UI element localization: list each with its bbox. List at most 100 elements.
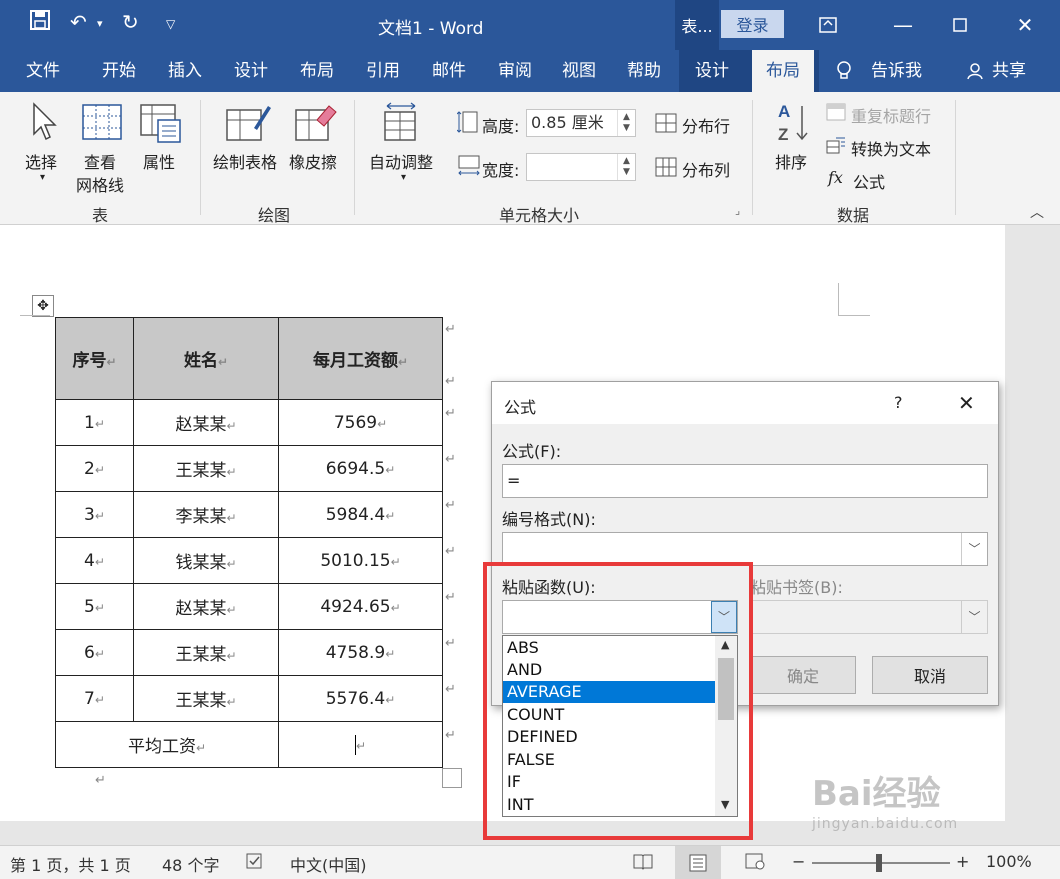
- table-cell[interactable]: 1↵: [55, 399, 134, 446]
- eraser-button[interactable]: 橡皮擦: [289, 149, 337, 173]
- table-cell[interactable]: 7569↵: [278, 399, 443, 446]
- language-status[interactable]: 中文(中国): [290, 852, 367, 876]
- ok-button[interactable]: 确定: [750, 656, 856, 694]
- table-cell[interactable]: 王某某↵: [133, 629, 279, 676]
- select-dropdown-icon[interactable]: ▾: [40, 172, 45, 183]
- close-window-icon[interactable]: ✕: [995, 0, 1055, 50]
- table-cell[interactable]: 赵某某↵: [133, 583, 279, 630]
- eraser-icon[interactable]: [295, 102, 337, 146]
- table-cell[interactable]: 5984.4↵: [278, 491, 443, 538]
- tab-references[interactable]: 引用: [366, 50, 400, 92]
- table-cell[interactable]: 李某某↵: [133, 491, 279, 538]
- distribute-columns-icon[interactable]: [655, 157, 677, 181]
- sort-az-icon[interactable]: AZ: [776, 100, 810, 148]
- tab-view[interactable]: 视图: [562, 50, 596, 92]
- convert-to-text-icon[interactable]: [826, 136, 846, 158]
- ribbon-display-options-icon[interactable]: [798, 0, 858, 50]
- table-resize-handle[interactable]: [442, 768, 462, 788]
- zoom-in-button[interactable]: +: [956, 852, 969, 871]
- tab-table-design[interactable]: 设计: [695, 50, 729, 92]
- properties-icon[interactable]: [140, 104, 182, 148]
- page-count[interactable]: 第 1 页，共 1 页: [10, 852, 131, 876]
- draw-table-button[interactable]: 绘制表格: [213, 149, 277, 173]
- width-input[interactable]: ▲ ▼: [526, 153, 636, 181]
- view-gridlines-label-1[interactable]: 查看: [84, 149, 116, 173]
- table-cell[interactable]: 4924.65↵: [278, 583, 443, 630]
- distribute-rows-button[interactable]: 分布行: [682, 113, 730, 137]
- tab-layout[interactable]: 布局: [300, 50, 334, 92]
- cancel-button[interactable]: 取消: [872, 656, 988, 694]
- properties-button[interactable]: 属性: [143, 149, 175, 173]
- view-gridlines-label-2[interactable]: 网格线: [76, 172, 124, 196]
- average-salary-label-cell[interactable]: 平均工资↵: [55, 721, 279, 768]
- table-cell[interactable]: 5576.4↵: [278, 675, 443, 722]
- proofing-icon[interactable]: [246, 852, 266, 874]
- customize-toolbar-icon[interactable]: ▽: [166, 17, 175, 31]
- convert-to-text-button[interactable]: 转换为文本: [851, 136, 931, 160]
- zoom-level[interactable]: 100%: [986, 852, 1032, 871]
- width-spinner[interactable]: ▲ ▼: [617, 154, 635, 180]
- tab-mailings[interactable]: 邮件: [432, 50, 466, 92]
- table-cell[interactable]: 钱某某↵: [133, 537, 279, 584]
- table-cell[interactable]: 王某某↵: [133, 675, 279, 722]
- header-cell[interactable]: 每月工资额↵: [278, 317, 443, 400]
- tab-table-layout[interactable]: 布局: [752, 50, 814, 92]
- autofit-button[interactable]: 自动调整: [369, 149, 433, 173]
- tell-me-search[interactable]: 告诉我: [871, 50, 922, 92]
- repeat-header-rows-button[interactable]: 重复标题行: [851, 103, 931, 127]
- header-cell[interactable]: 姓名↵: [133, 317, 279, 400]
- view-gridlines-icon[interactable]: [82, 104, 122, 144]
- table-tools-context-tab[interactable]: 表...: [675, 0, 719, 50]
- save-icon[interactable]: [30, 10, 50, 35]
- maximize-icon[interactable]: [930, 0, 990, 50]
- table-cell[interactable]: 4↵: [55, 537, 134, 584]
- table-cell[interactable]: 3↵: [55, 491, 134, 538]
- table-cell[interactable]: 6↵: [55, 629, 134, 676]
- header-cell[interactable]: 序号↵: [55, 317, 134, 400]
- share-button[interactable]: 共享: [992, 50, 1026, 92]
- number-format-select[interactable]: ﹀: [502, 532, 988, 566]
- paste-bookmark-select[interactable]: ﹀: [750, 600, 988, 634]
- table-cell[interactable]: 2↵: [55, 445, 134, 492]
- autofit-icon[interactable]: [384, 102, 418, 146]
- draw-table-icon[interactable]: [226, 102, 272, 146]
- average-salary-value-cell[interactable]: ↵: [278, 721, 443, 768]
- formula-input[interactable]: =: [502, 464, 988, 498]
- distribute-rows-icon[interactable]: [655, 113, 677, 137]
- undo-dropdown-icon[interactable]: ▾: [97, 17, 103, 30]
- dialog-launcher-icon[interactable]: ⌟: [735, 204, 740, 217]
- login-button[interactable]: 登录: [721, 10, 784, 38]
- height-input[interactable]: 0.85 厘米 ▲ ▼: [526, 109, 636, 137]
- height-spinner[interactable]: ▲ ▼: [617, 110, 635, 136]
- collapse-ribbon-icon[interactable]: ︿: [1030, 202, 1044, 222]
- zoom-out-button[interactable]: −: [792, 852, 805, 871]
- sort-button[interactable]: 排序: [775, 149, 807, 173]
- distribute-columns-button[interactable]: 分布列: [682, 157, 730, 181]
- help-button[interactable]: ?: [894, 393, 903, 412]
- redo-icon[interactable]: ↻: [122, 10, 139, 34]
- table-cell[interactable]: 6694.5↵: [278, 445, 443, 492]
- autofit-dropdown-icon[interactable]: ▾: [401, 172, 406, 183]
- table-cell[interactable]: 5010.15↵: [278, 537, 443, 584]
- read-mode-icon[interactable]: [633, 852, 653, 874]
- table-cell[interactable]: 王某某↵: [133, 445, 279, 492]
- web-layout-icon[interactable]: [745, 852, 765, 874]
- undo-icon[interactable]: ↶: [70, 10, 87, 34]
- word-count[interactable]: 48 个字: [162, 852, 219, 876]
- salary-table[interactable]: 序号↵ 姓名↵ 每月工资额↵ 1↵ 赵某某↵ 7569↵ 2↵ 王某某↵ 669…: [55, 317, 443, 768]
- tab-file[interactable]: 文件: [26, 50, 60, 92]
- minimize-icon[interactable]: —: [873, 0, 933, 50]
- table-move-handle-icon[interactable]: ✥: [32, 295, 54, 317]
- select-cursor-icon[interactable]: [30, 102, 60, 146]
- tab-insert[interactable]: 插入: [168, 50, 202, 92]
- tab-review[interactable]: 审阅: [498, 50, 532, 92]
- table-cell[interactable]: 赵某某↵: [133, 399, 279, 446]
- select-button[interactable]: 选择: [25, 149, 57, 173]
- tab-help[interactable]: 帮助: [627, 50, 661, 92]
- table-cell[interactable]: 4758.9↵: [278, 629, 443, 676]
- close-icon[interactable]: ✕: [958, 391, 975, 415]
- print-layout-button[interactable]: [675, 846, 721, 879]
- tab-home[interactable]: 开始: [102, 50, 136, 92]
- table-cell[interactable]: 7↵: [55, 675, 134, 722]
- tab-design[interactable]: 设计: [234, 50, 268, 92]
